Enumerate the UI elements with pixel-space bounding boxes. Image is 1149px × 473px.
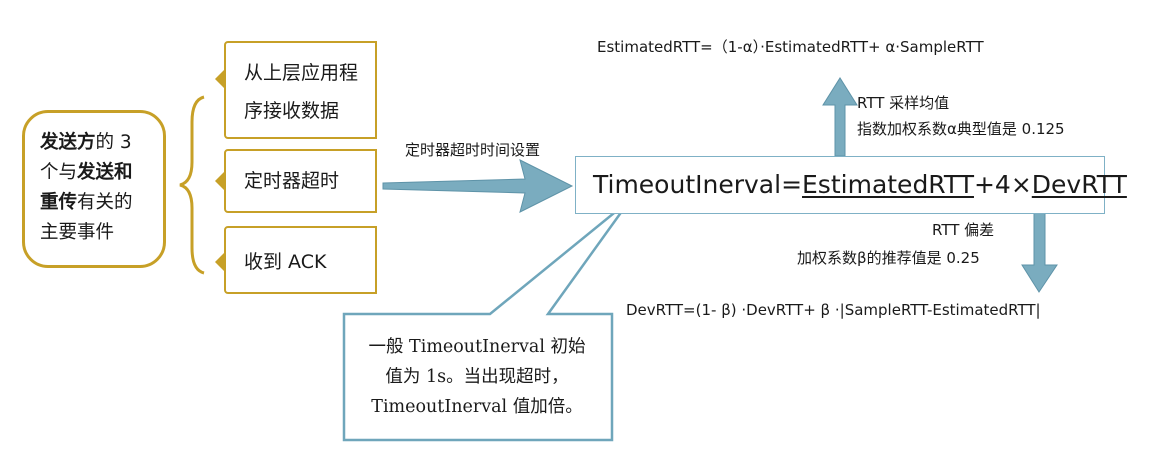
main-events-text: 发送方的 3 个与发送和 重传有关的 主要事件 <box>40 128 160 248</box>
callout-line2: 值为 1s。当出现超时， <box>385 367 569 387</box>
event-box-timer-timeout: 定时器超时 <box>224 149 377 213</box>
estimated-rtt-formula: EstimatedRTT=（1-α）·EstimatedRTT+ α·Sampl… <box>597 38 984 56</box>
callout-line3: TimeoutInerval 值加倍。 <box>371 397 583 417</box>
formula-lhs: TimeoutInerval <box>593 170 782 199</box>
main-events-retransmit: 重传 <box>40 192 78 213</box>
formula-mid: +4× <box>973 170 1032 199</box>
callout-line1: 一般 TimeoutInerval 初始 <box>368 337 586 357</box>
beta-note: 加权系数β的推荐值是 0.25 <box>797 249 980 267</box>
main-events-related: 有关的 <box>77 192 133 213</box>
main-events-with: 个与 <box>40 162 78 183</box>
main-events-sender: 发送方 <box>40 132 96 153</box>
rtt-deviation-label: RTT 偏差 <box>932 221 995 239</box>
formula-dev-rtt: DevRTT <box>1031 170 1127 199</box>
timer-setting-label: 定时器超时时间设置 <box>405 141 541 159</box>
alpha-note: 指数加权系数α典型值是 0.125 <box>857 120 1065 138</box>
timeout-formula: TimeoutInerval=EstimatedRTT+4×DevRTT <box>593 168 1127 202</box>
curly-brace <box>179 95 205 275</box>
main-events-main: 主要事件 <box>40 222 115 243</box>
arrow-down-devrtt <box>1021 212 1058 293</box>
event-box-receive-ack: 收到 ACK <box>224 226 377 294</box>
event-receive-ack-label: 收到 ACK <box>244 251 327 273</box>
formula-eq: = <box>781 170 803 199</box>
main-events-count: 的 3 <box>95 132 132 153</box>
callout-text: 一般 TimeoutInerval 初始 值为 1s。当出现超时， Timeou… <box>352 332 602 422</box>
formula-estimated-rtt: EstimatedRTT <box>802 170 974 199</box>
dev-rtt-formula: DevRTT=(1- β) ·DevRTT+ β ·|SampleRTT-Est… <box>626 301 1041 319</box>
event-box-receive-data: 从上层应用程 序接收数据 <box>224 41 377 139</box>
event-receive-data-line2: 序接收数据 <box>244 100 340 122</box>
arrow-timer-to-formula <box>382 159 574 213</box>
event-timer-timeout-label: 定时器超时 <box>244 170 340 192</box>
event-receive-data-line1: 从上层应用程 <box>244 62 359 84</box>
main-events-send: 发送和 <box>77 162 133 183</box>
arrow-up-estimated <box>822 77 858 157</box>
rtt-average-label: RTT 采样均值 <box>857 94 950 112</box>
